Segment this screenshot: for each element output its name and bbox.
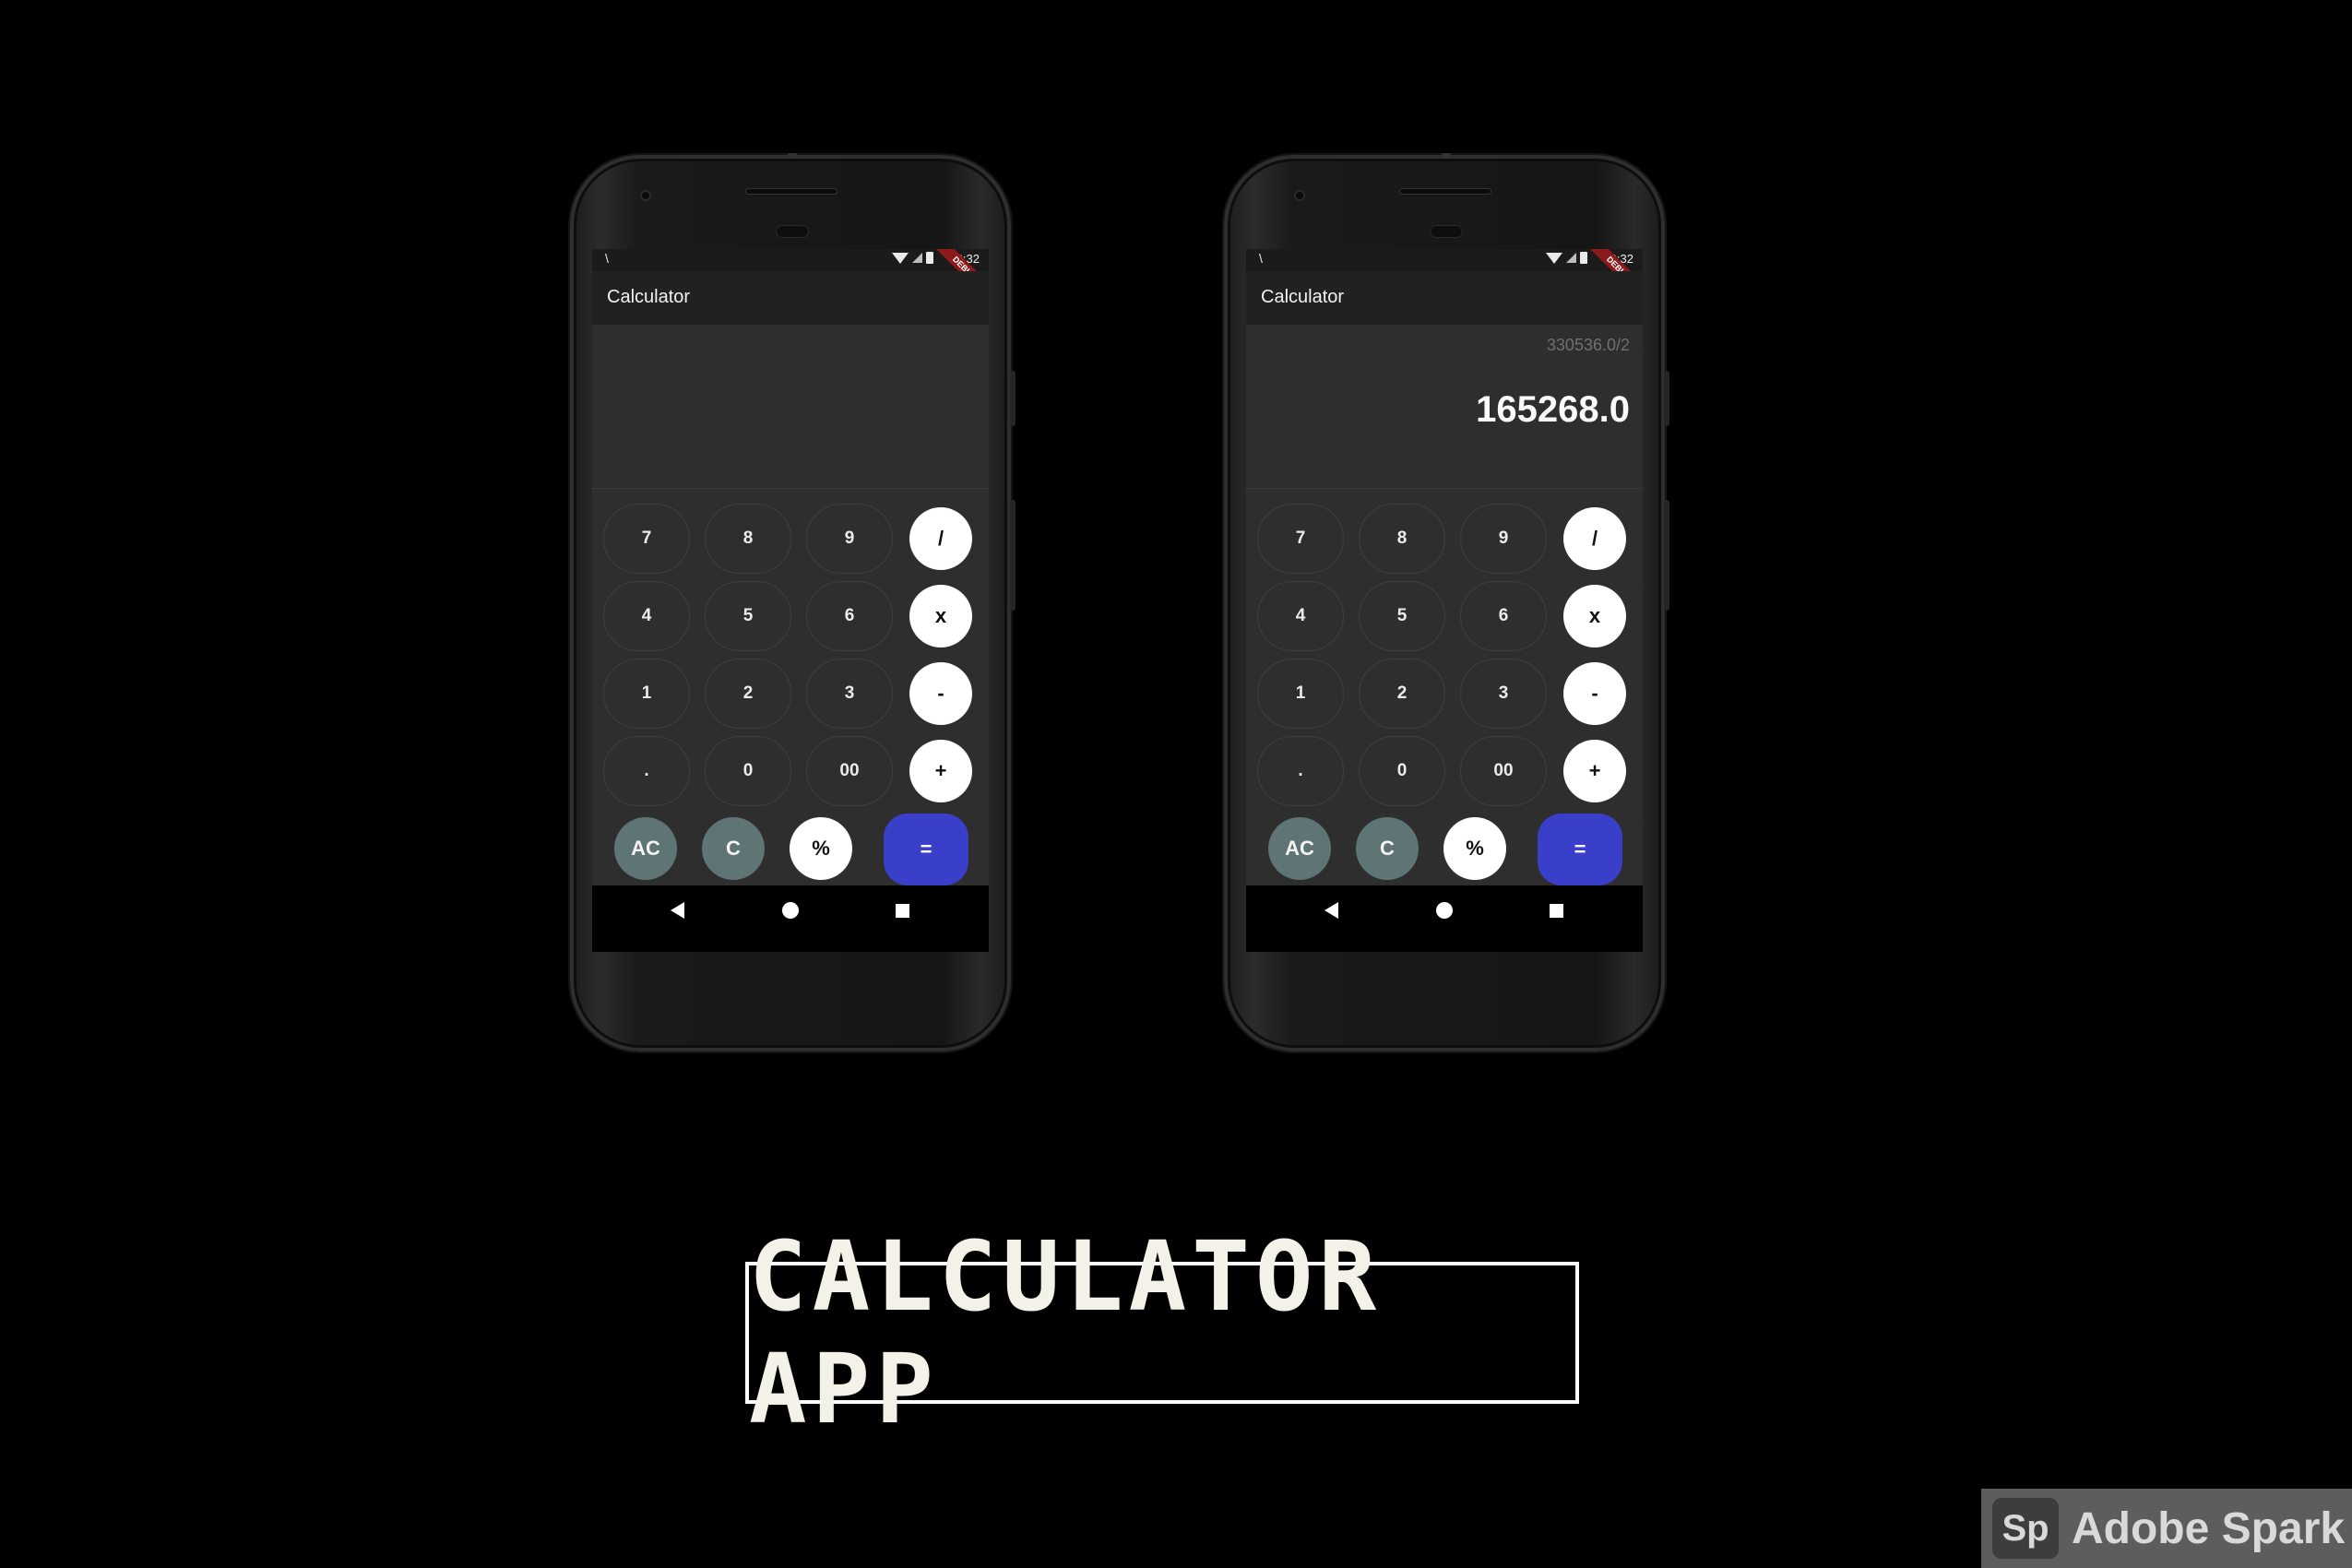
screen: \ 10:32 DEBUG Calculator 7 8 9 / [592, 249, 989, 952]
key-multiply[interactable]: x [909, 585, 972, 647]
status-icons [1546, 252, 1587, 264]
key-percent[interactable]: % [1443, 817, 1506, 880]
key-clear[interactable]: C [702, 817, 765, 880]
key-add[interactable]: + [1563, 740, 1626, 802]
status-bar: \ 10:32 DEBUG [592, 249, 989, 304]
key-all-clear[interactable]: AC [1268, 817, 1331, 880]
key-8[interactable]: 8 [1359, 504, 1445, 574]
app-bar: Calculator [592, 271, 989, 325]
key-equals[interactable]: = [884, 814, 968, 885]
notification-icon: \ [605, 251, 609, 266]
phone-left: \ 10:32 DEBUG Calculator 7 8 9 / [570, 153, 1016, 1051]
key-8[interactable]: 8 [705, 504, 791, 574]
earpiece-speaker [745, 188, 837, 195]
status-icons [892, 252, 933, 264]
key-0[interactable]: 0 [1359, 736, 1445, 806]
signal-icon [1566, 253, 1576, 263]
back-icon[interactable] [671, 902, 684, 919]
nav-bar [592, 885, 989, 952]
wifi-icon [1546, 252, 1562, 264]
key-0[interactable]: 0 [705, 736, 791, 806]
signal-icon [912, 253, 922, 263]
key-9[interactable]: 9 [806, 504, 893, 574]
battery-icon [1580, 252, 1587, 264]
wifi-icon [892, 252, 909, 264]
spark-logo-icon: Sp [1992, 1498, 2059, 1559]
key-add[interactable]: + [909, 740, 972, 802]
key-percent[interactable]: % [790, 817, 852, 880]
volume-button [1664, 371, 1669, 426]
key-clear[interactable]: C [1356, 817, 1419, 880]
screen: \ 10:32 DEBUG Calculator 330536.0/2 1652… [1246, 249, 1643, 952]
keypad: 7 8 9 / 4 5 6 x 1 2 3 - . 0 00 + AC C % … [1246, 489, 1643, 885]
key-all-clear[interactable]: AC [614, 817, 677, 880]
keypad: 7 8 9 / 4 5 6 x 1 2 3 - . 0 00 + AC C % … [592, 489, 989, 885]
watermark-brand: Adobe Spark [2072, 1503, 2346, 1553]
calc-display: 330536.0/2 165268.0 [1246, 325, 1643, 489]
key-6[interactable]: 6 [806, 581, 893, 651]
key-00[interactable]: 00 [806, 736, 893, 806]
key-decimal[interactable]: . [603, 736, 690, 806]
phone-top-notch [788, 153, 797, 159]
proximity-sensor [776, 225, 809, 238]
key-5[interactable]: 5 [1359, 581, 1445, 651]
key-4[interactable]: 4 [603, 581, 690, 651]
power-button [1664, 500, 1669, 611]
app-bar: Calculator [1246, 271, 1643, 325]
notification-icon: \ [1259, 251, 1263, 266]
phone-top-notch [1442, 153, 1451, 159]
key-2[interactable]: 2 [1359, 659, 1445, 729]
expression-text: 330536.0/2 [1546, 336, 1630, 354]
nav-bar [1246, 885, 1643, 952]
key-6[interactable]: 6 [1460, 581, 1547, 651]
front-camera [1294, 190, 1305, 201]
key-multiply[interactable]: x [1563, 585, 1626, 647]
key-00[interactable]: 00 [1460, 736, 1547, 806]
stage: \ 10:32 DEBUG Calculator 7 8 9 / [0, 0, 2352, 1568]
key-3[interactable]: 3 [1460, 659, 1547, 729]
phone-right: \ 10:32 DEBUG Calculator 330536.0/2 1652… [1224, 153, 1669, 1051]
proximity-sensor [1430, 225, 1463, 238]
home-icon[interactable] [782, 902, 799, 919]
back-icon[interactable] [1324, 902, 1338, 919]
earpiece-speaker [1399, 188, 1491, 195]
app-title: Calculator [1261, 287, 1345, 307]
key-2[interactable]: 2 [705, 659, 791, 729]
home-icon[interactable] [1436, 902, 1453, 919]
key-1[interactable]: 1 [1257, 659, 1344, 729]
key-1[interactable]: 1 [603, 659, 690, 729]
key-decimal[interactable]: . [1257, 736, 1344, 806]
power-button [1010, 500, 1016, 611]
calc-display [592, 325, 989, 489]
key-5[interactable]: 5 [705, 581, 791, 651]
title-banner: CALCULATOR APP [745, 1220, 1579, 1445]
key-divide[interactable]: / [909, 507, 972, 570]
status-bar: \ 10:32 DEBUG [1246, 249, 1643, 304]
banner-title: CALCULATOR APP [749, 1220, 1383, 1445]
volume-button [1010, 371, 1016, 426]
key-7[interactable]: 7 [1257, 504, 1344, 574]
key-3[interactable]: 3 [806, 659, 893, 729]
key-9[interactable]: 9 [1460, 504, 1547, 574]
battery-icon [926, 252, 933, 264]
key-subtract[interactable]: - [909, 662, 972, 725]
key-4[interactable]: 4 [1257, 581, 1344, 651]
key-7[interactable]: 7 [603, 504, 690, 574]
recents-icon[interactable] [1550, 904, 1563, 918]
result-text: 165268.0 [1476, 389, 1630, 430]
key-equals[interactable]: = [1538, 814, 1622, 885]
adobe-spark-watermark: Sp Adobe Spark [1981, 1489, 2352, 1568]
front-camera [640, 190, 651, 201]
key-subtract[interactable]: - [1563, 662, 1626, 725]
app-title: Calculator [607, 287, 691, 307]
recents-icon[interactable] [896, 904, 909, 918]
key-divide[interactable]: / [1563, 507, 1626, 570]
